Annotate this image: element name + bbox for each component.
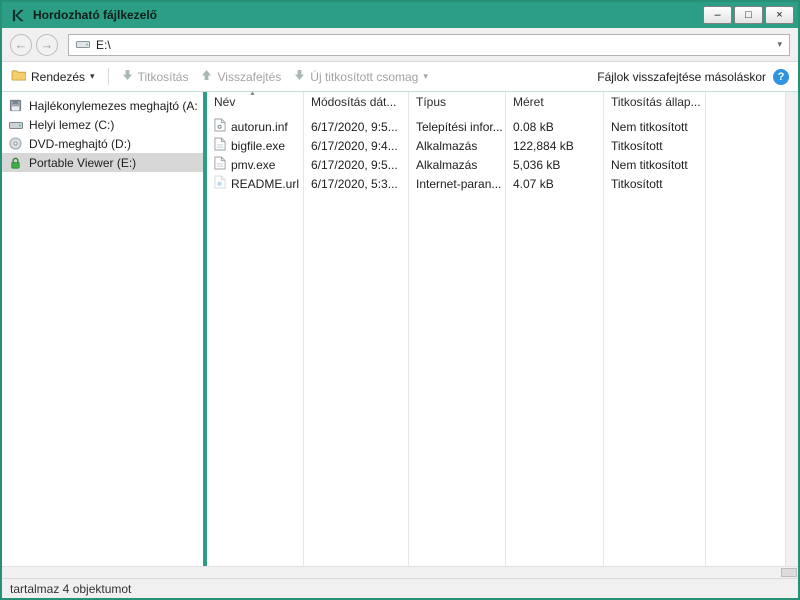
table-row[interactable]: README.url 6/17/2020, 5:3... Internet-pa… [207, 174, 785, 193]
floppy-drive-icon [8, 99, 23, 112]
file-type: Alkalmazás [409, 139, 506, 153]
file-size: 5,036 kB [506, 158, 604, 172]
encrypt-label: Titkosítás [138, 70, 189, 84]
encrypt-button[interactable]: Titkosítás [122, 69, 189, 84]
file-name: README.url [231, 177, 299, 191]
vertical-scrollbar[interactable] [785, 92, 798, 566]
new-encrypted-package-button[interactable]: Új titkosított csomag ▾ [294, 69, 428, 84]
sidebar-item-portable-viewer-e[interactable]: Portable Viewer (E:) [2, 153, 203, 172]
encrypt-arrow-icon [122, 69, 133, 84]
sidebar-item-floppy-a[interactable]: Hajlékonylemezes meghajtó (A: [2, 96, 203, 115]
kaspersky-logo-icon [10, 7, 26, 23]
close-button[interactable]: × [765, 6, 794, 24]
title-bar[interactable]: Hordozható fájlkezelő – □ × [2, 2, 798, 28]
package-arrow-icon [294, 69, 305, 84]
chevron-down-icon: ▾ [90, 71, 95, 82]
scrollbar-corner[interactable] [781, 568, 797, 577]
sidebar-item-label: Portable Viewer (E:) [29, 156, 136, 170]
folder-tree: Hajlékonylemezes meghajtó (A: Helyi leme… [2, 92, 203, 566]
address-dropdown-icon[interactable]: ▾ [777, 39, 782, 50]
address-path: E:\ [96, 38, 111, 52]
toolbar-right: Fájlok visszafejtése másoláskor ? [597, 69, 789, 85]
status-bar: tartalmaz 4 objektumot [2, 578, 798, 598]
sidebar-item-label: Hajlékonylemezes meghajtó (A: [29, 99, 198, 113]
column-header-size[interactable]: Méret [506, 92, 604, 112]
file-size: 4.07 kB [506, 177, 604, 191]
file-modified: 6/17/2020, 5:3... [304, 177, 409, 191]
application-file-icon [214, 156, 226, 173]
sidebar-item-label: Helyi lemez (C:) [29, 118, 114, 132]
window-controls: – □ × [703, 6, 794, 24]
back-button[interactable]: ← [10, 34, 32, 56]
maximize-button[interactable]: □ [734, 6, 763, 24]
forward-button[interactable]: → [36, 34, 58, 56]
column-header-modified[interactable]: Módosítás dát... [304, 92, 409, 112]
url-file-icon [214, 175, 226, 192]
file-size: 0.08 kB [506, 120, 604, 134]
horizontal-scrollbar[interactable] [2, 566, 798, 578]
toolbar-separator [108, 68, 109, 85]
maximize-icon: □ [745, 10, 752, 21]
sort-ascending-icon: ▲ [249, 92, 256, 97]
organize-button[interactable]: Rendezés ▾ [11, 69, 95, 84]
new-encrypted-package-label: Új titkosított csomag [310, 70, 418, 84]
file-type: Telepítési infor... [409, 120, 506, 134]
close-icon: × [776, 10, 782, 21]
hard-disk-icon [8, 119, 23, 131]
lock-icon [8, 156, 23, 170]
item-count-text: tartalmaz 4 objektumot [10, 582, 131, 596]
file-encryption-status: Titkosított [604, 177, 706, 191]
file-type: Internet-paran... [409, 177, 506, 191]
list-body: autorun.inf 6/17/2020, 9:5... Telepítési… [207, 112, 785, 193]
file-list-pane: ▲ Név Módosítás dát... Típus Méret Titko… [207, 92, 785, 566]
column-header-type[interactable]: Típus [409, 92, 506, 112]
back-arrow-icon: ← [15, 37, 28, 52]
help-icon[interactable]: ? [773, 69, 789, 85]
organize-label: Rendezés [31, 70, 85, 84]
dvd-drive-icon [8, 137, 23, 150]
file-name: pmv.exe [231, 158, 275, 172]
file-size: 122,884 kB [506, 139, 604, 153]
address-bar[interactable]: E:\ ▾ [68, 34, 790, 56]
main-content: Hajlékonylemezes meghajtó (A: Helyi leme… [2, 92, 798, 566]
file-modified: 6/17/2020, 9:5... [304, 120, 409, 134]
decrypt-label: Visszafejtés [217, 70, 281, 84]
file-name: autorun.inf [231, 120, 288, 134]
minimize-button[interactable]: – [703, 6, 732, 24]
column-header-status[interactable]: Titkosítás állap... [604, 92, 706, 112]
file-encryption-status: Titkosított [604, 139, 706, 153]
sidebar-item-local-disk-c[interactable]: Helyi lemez (C:) [2, 115, 203, 134]
chevron-down-icon: ▾ [423, 71, 428, 82]
navigation-bar: ← → E:\ ▾ [2, 28, 798, 62]
table-row[interactable]: bigfile.exe 6/17/2020, 9:4... Alkalmazás… [207, 136, 785, 155]
sidebar-item-dvd-d[interactable]: DVD-meghajtó (D:) [2, 134, 203, 153]
window-title: Hordozható fájlkezelő [33, 8, 157, 22]
list-header: ▲ Név Módosítás dát... Típus Méret Titko… [207, 92, 785, 112]
minimize-icon: – [714, 10, 720, 21]
drive-icon [76, 38, 90, 52]
setup-file-icon [214, 118, 226, 135]
file-encryption-status: Nem titkosított [604, 120, 706, 134]
file-modified: 6/17/2020, 9:5... [304, 158, 409, 172]
forward-arrow-icon: → [41, 37, 54, 52]
portable-file-manager-window: Hordozható fájlkezelő – □ × ← → E:\ ▾ [0, 0, 800, 600]
toolbar: Rendezés ▾ Titkosítás Visszafejtés [2, 62, 798, 92]
decrypt-button[interactable]: Visszafejtés [201, 69, 281, 84]
sidebar-item-label: DVD-meghajtó (D:) [29, 137, 131, 151]
table-row[interactable]: autorun.inf 6/17/2020, 9:5... Telepítési… [207, 117, 785, 136]
table-row[interactable]: pmv.exe 6/17/2020, 9:5... Alkalmazás 5,0… [207, 155, 785, 174]
application-file-icon [214, 137, 226, 154]
decrypt-arrow-icon [201, 69, 212, 84]
decrypt-on-copy-label[interactable]: Fájlok visszafejtése másoláskor [597, 70, 766, 84]
file-modified: 6/17/2020, 9:4... [304, 139, 409, 153]
folder-icon [11, 69, 26, 84]
file-encryption-status: Nem titkosított [604, 158, 706, 172]
file-type: Alkalmazás [409, 158, 506, 172]
file-name: bigfile.exe [231, 139, 285, 153]
